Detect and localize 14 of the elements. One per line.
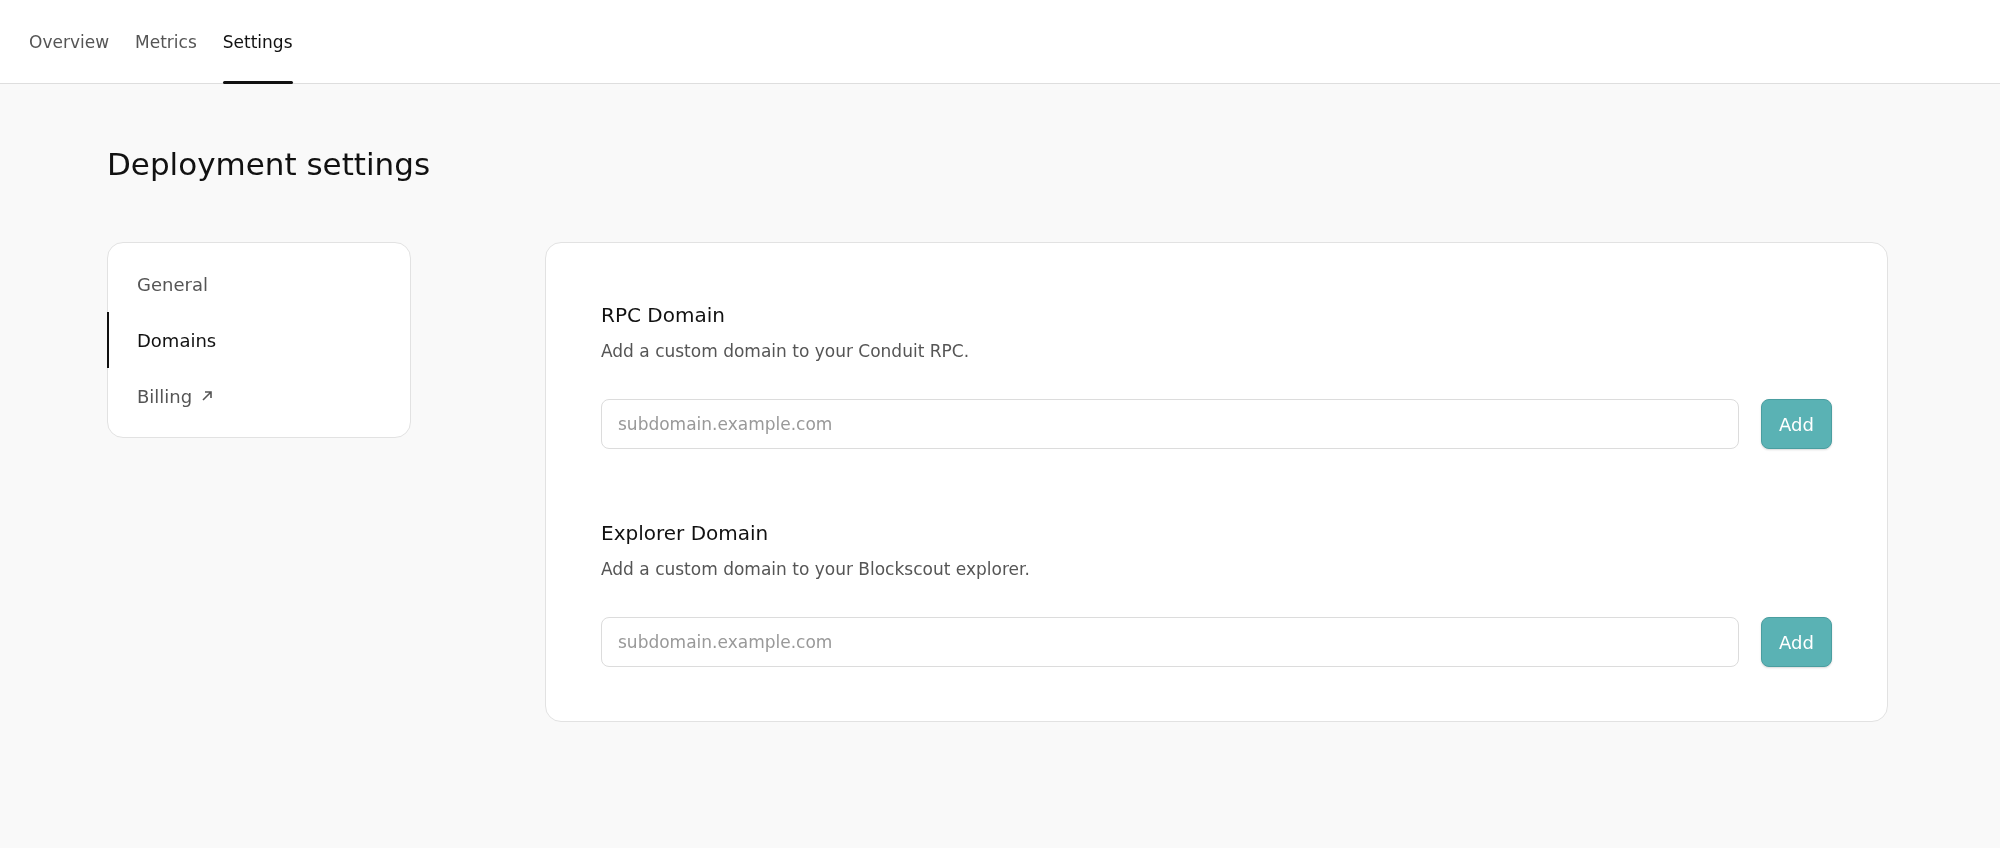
sidebar-item[interactable]: Billing <box>107 368 410 424</box>
page-title: Deployment settings <box>107 145 432 184</box>
external-link-icon <box>200 389 215 403</box>
nav-tab[interactable]: Overview <box>16 0 123 83</box>
section-description: Add a custom domain to your Blockscout explorer. <box>601 559 1031 579</box>
sidebar-item[interactable]: General <box>107 256 410 312</box>
section-title: Explorer Domain <box>601 521 770 545</box>
section-description: Add a custom domain to your Conduit RPC. <box>601 341 971 361</box>
nav-tab[interactable]: Settings <box>209 0 306 83</box>
domain-input-field[interactable]: subdomain.example.com <box>601 617 1739 667</box>
sidebar-item[interactable]: Domains <box>107 312 410 368</box>
domain-input-field[interactable]: subdomain.example.com <box>601 399 1739 449</box>
section-title: RPC Domain <box>601 303 726 327</box>
nav-tab[interactable]: Metrics <box>122 0 210 83</box>
